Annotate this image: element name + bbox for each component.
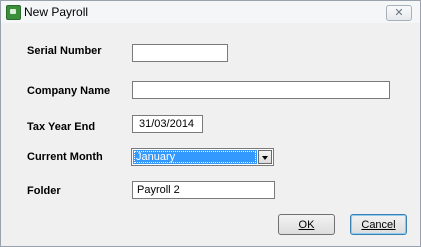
current-month-label: Current Month [27, 151, 103, 163]
cancel-button[interactable]: Cancel [350, 214, 407, 235]
close-button[interactable]: ✕ [386, 5, 412, 21]
chevron-down-icon[interactable] [258, 150, 272, 164]
title-bar[interactable]: New Payroll ✕ [1, 1, 420, 23]
ok-button[interactable]: OK [278, 214, 335, 235]
company-name-label: Company Name [27, 85, 111, 97]
current-month-select[interactable]: January [131, 148, 274, 166]
current-month-value: January [133, 150, 257, 164]
folder-label: Folder [27, 185, 61, 197]
serial-number-label: Serial Number [27, 45, 102, 57]
window-title: New Payroll [24, 5, 89, 19]
new-payroll-dialog: New Payroll ✕ Serial Number Company Name… [0, 0, 421, 247]
tax-year-end-input[interactable]: 31/03/2014 [132, 115, 203, 133]
company-name-input[interactable] [132, 81, 390, 99]
tax-year-end-label: Tax Year End [27, 121, 96, 133]
app-icon [6, 5, 21, 20]
close-icon: ✕ [394, 6, 404, 19]
folder-input[interactable]: Payroll 2 [132, 181, 275, 199]
serial-number-input[interactable] [132, 44, 228, 62]
